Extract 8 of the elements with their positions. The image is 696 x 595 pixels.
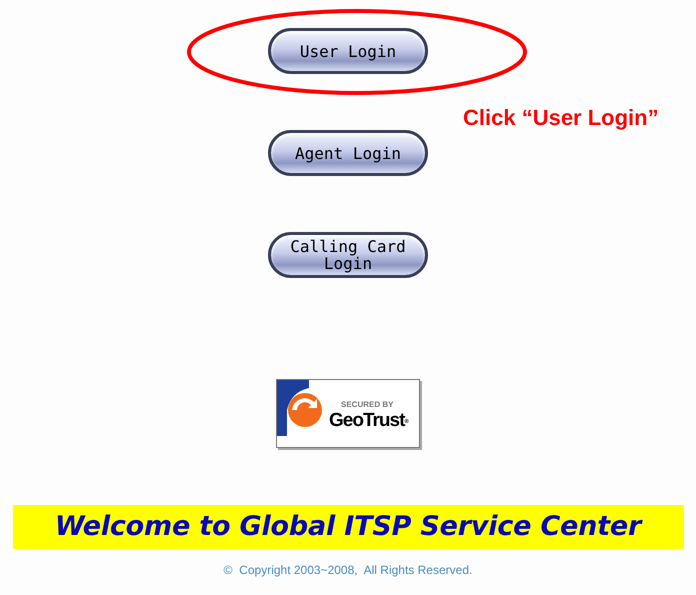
brand-name: GeoTrust$^{®}$: [329, 410, 408, 432]
callout-text: Click “User Login”: [463, 104, 659, 132]
secured-by-caption: SECURED BY: [341, 400, 394, 410]
login-button[interactable]: Agent Login: [268, 130, 428, 176]
login-button[interactable]: User Login: [268, 28, 428, 74]
copyright-text: © Copyright 2003~2008, All Rights Reserved.: [224, 562, 472, 579]
login-button[interactable]: Calling Card Login: [268, 232, 428, 278]
welcome-banner: Welcome to Global ITSP Service Center: [12, 505, 684, 549]
